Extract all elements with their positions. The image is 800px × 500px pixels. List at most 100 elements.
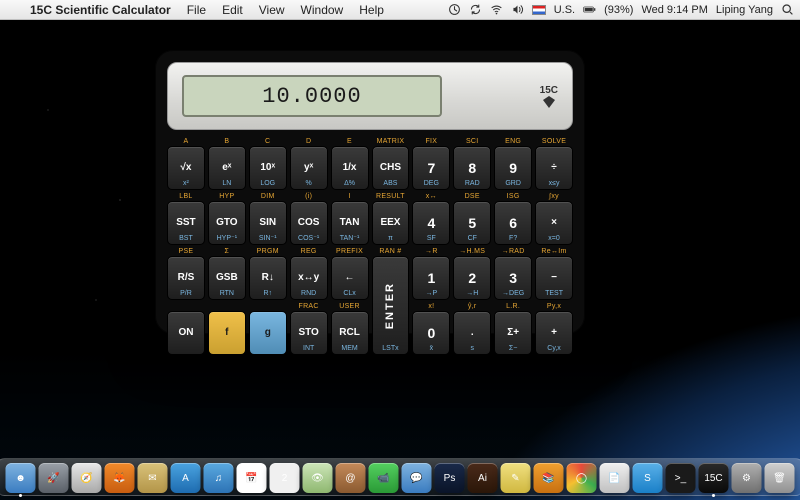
key-enter[interactable]: RAN #ENTERLSTx: [372, 256, 410, 355]
key-top-label: PRGM: [257, 248, 279, 255]
key-4[interactable]: x↔4SF: [412, 201, 450, 245]
key-[interactable]: Re↔Im−TEST: [535, 256, 573, 300]
key-10[interactable]: C10ˣLOG: [249, 146, 287, 190]
key-xy[interactable]: REGx↔yRND: [290, 256, 328, 300]
key-2[interactable]: →H.MS2→H: [453, 256, 491, 300]
dock-skype[interactable]: S: [633, 463, 663, 493]
key-g[interactable]: g: [249, 311, 287, 355]
key-main-label: yˣ: [304, 163, 313, 173]
dock: ☻🚀🧭🦊✉︎A♫📅2👁@📹💬PsAi✎📚◯📄S>_15C⚙︎🗑: [0, 458, 800, 496]
wifi-icon[interactable]: [490, 3, 503, 16]
key-5[interactable]: DSE5CF: [453, 201, 491, 245]
volume-icon[interactable]: [511, 3, 524, 16]
calculator-logo: 15C: [540, 85, 558, 108]
menu-file[interactable]: File: [179, 0, 214, 20]
key-1[interactable]: →R1→P: [412, 256, 450, 300]
spotlight-icon[interactable]: [781, 3, 794, 16]
menu-view[interactable]: View: [251, 0, 293, 20]
sync-icon[interactable]: [469, 3, 482, 16]
dock-terminal[interactable]: >_: [666, 463, 696, 493]
key-main-label: ←: [345, 273, 355, 283]
key-[interactable]: ŷ,r.s: [453, 311, 491, 355]
dock-chrome[interactable]: ◯: [567, 463, 597, 493]
apple-menu[interactable]: [6, 0, 22, 20]
dock-contacts[interactable]: @: [336, 463, 366, 493]
key-e[interactable]: BeˣLN: [208, 146, 246, 190]
dock-illustrator[interactable]: Ai: [468, 463, 498, 493]
dock-sysprefs[interactable]: ⚙︎: [732, 463, 762, 493]
key-9[interactable]: ENG9GRD: [494, 146, 532, 190]
dock-ical[interactable]: 2: [270, 463, 300, 493]
key-[interactable]: ∫xy×x=0: [535, 201, 573, 245]
key-3[interactable]: →RAD3→DEG: [494, 256, 532, 300]
dock-appstore[interactable]: A: [171, 463, 201, 493]
key-cos[interactable]: (i)COSCOS⁻¹: [290, 201, 328, 245]
dock-photoshop[interactable]: Ps: [435, 463, 465, 493]
key-top-label: HYP: [219, 193, 234, 200]
faceplate: 10.0000 15C: [167, 62, 573, 130]
dock-15c[interactable]: 15C: [699, 463, 729, 493]
key-bottom-label: MEM: [341, 345, 357, 352]
timemachine-icon[interactable]: [448, 3, 461, 16]
input-flag-icon[interactable]: [532, 5, 546, 15]
key-eex[interactable]: RESULTEEXπ: [372, 201, 410, 245]
key-bottom-label: R↑: [263, 290, 272, 297]
dock-trash[interactable]: 🗑: [765, 463, 795, 493]
dock-calendar[interactable]: 📅: [237, 463, 267, 493]
key-8[interactable]: SCI8RAD: [453, 146, 491, 190]
key-gsb[interactable]: ΣGSBRTN: [208, 256, 246, 300]
dock-safari[interactable]: 🧭: [72, 463, 102, 493]
key-y[interactable]: Dyˣ%: [290, 146, 328, 190]
key-top-label: E: [347, 138, 352, 145]
key-bottom-label: TEST: [545, 290, 563, 297]
dock-mail[interactable]: ✉︎: [138, 463, 168, 493]
key-tan[interactable]: ITANTAN⁻¹: [331, 201, 369, 245]
menu-window[interactable]: Window: [293, 0, 352, 20]
dock-launchpad[interactable]: 🚀: [39, 463, 69, 493]
dock-firefox[interactable]: 🦊: [105, 463, 135, 493]
dock-notes[interactable]: ✎: [501, 463, 531, 493]
key-sin[interactable]: DIMSINSIN⁻¹: [249, 201, 287, 245]
key-rs[interactable]: PSER/SP/R: [167, 256, 205, 300]
key-main-label: SIN: [259, 218, 276, 228]
key-6[interactable]: ISG6F?: [494, 201, 532, 245]
dock-messages[interactable]: 💬: [402, 463, 432, 493]
key-bottom-label: F?: [509, 235, 517, 242]
key-on[interactable]: ON: [167, 311, 205, 355]
key-f[interactable]: f: [208, 311, 246, 355]
key-bottom-label: SIN⁻¹: [259, 234, 277, 242]
key-0[interactable]: x!0x̄: [412, 311, 450, 355]
dock-facetime[interactable]: 📹: [369, 463, 399, 493]
app-menu[interactable]: 15C Scientific Calculator: [22, 0, 179, 20]
key-sto[interactable]: FRACSTOINT: [290, 311, 328, 355]
dock-pages[interactable]: 📄: [600, 463, 630, 493]
key-top-label: RESULT: [376, 193, 405, 200]
dock-itunes[interactable]: ♫: [204, 463, 234, 493]
calculator-window[interactable]: 10.0000 15C A√xx²BeˣLNC10ˣLOGDyˣ%E1/xΔ%M…: [155, 50, 585, 334]
key-gto[interactable]: HYPGTOHYP⁻¹: [208, 201, 246, 245]
key-[interactable]: PREFIX←CLx: [331, 256, 369, 300]
key-main-label: 3: [509, 271, 517, 285]
user-menu[interactable]: Liping Yang: [716, 4, 773, 16]
key-top-label: I: [348, 193, 350, 200]
key-top-label: Σ: [225, 248, 230, 255]
clock[interactable]: Wed 9:14 PM: [641, 4, 707, 16]
dock-preview[interactable]: 👁: [303, 463, 333, 493]
battery-icon[interactable]: [583, 3, 596, 16]
dock-finder[interactable]: ☻: [6, 463, 36, 493]
key-[interactable]: L.R.Σ+Σ−: [494, 311, 532, 355]
key-[interactable]: Py,x+Cy,x: [535, 311, 573, 355]
key-7[interactable]: FIX7DEG: [412, 146, 450, 190]
key-x[interactable]: A√xx²: [167, 146, 205, 190]
key-[interactable]: SOLVE÷x≤y: [535, 146, 573, 190]
menu-edit[interactable]: Edit: [214, 0, 251, 20]
key-r[interactable]: PRGMR↓R↑: [249, 256, 287, 300]
key-1x[interactable]: E1/xΔ%: [331, 146, 369, 190]
key-sst[interactable]: LBLSSTBST: [167, 201, 205, 245]
key-rcl[interactable]: USERRCLMEM: [331, 311, 369, 355]
menu-help[interactable]: Help: [351, 0, 392, 20]
key-chs[interactable]: MATRIXCHSABS: [372, 146, 410, 190]
key-bottom-label: Δ%: [344, 180, 355, 187]
dock-books[interactable]: 📚: [534, 463, 564, 493]
key-bottom-label: CF: [468, 235, 477, 242]
